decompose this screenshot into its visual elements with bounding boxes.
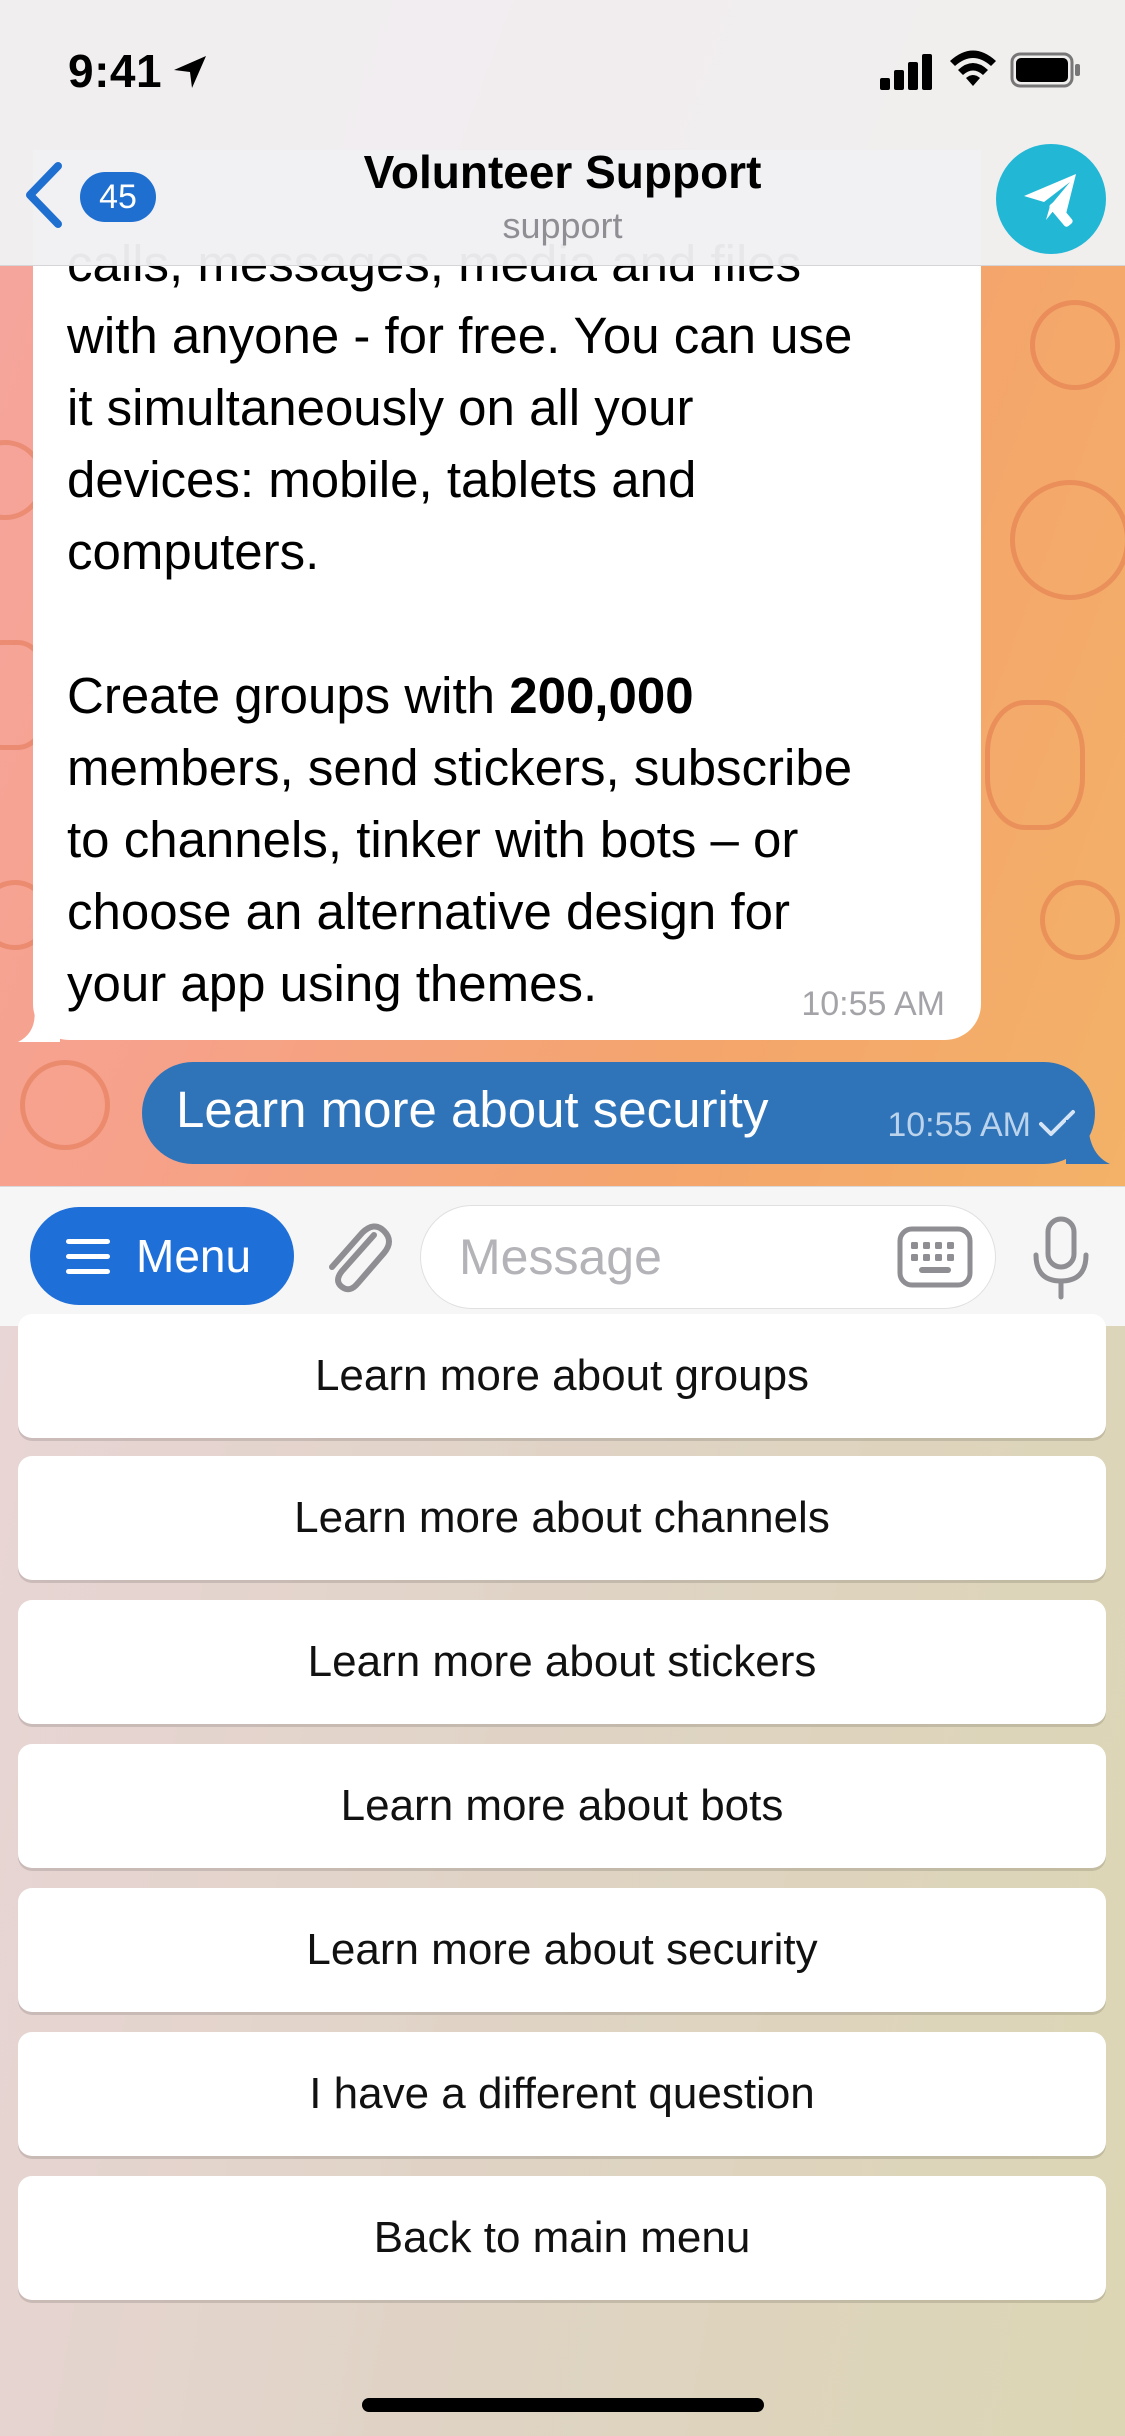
microphone-icon[interactable] <box>1030 1215 1092 1301</box>
input-bar: Menu <box>0 1186 1125 1327</box>
chat-subtitle: support <box>502 205 623 246</box>
status-time: 9:41 <box>68 45 163 97</box>
message-time: 10:55 AM <box>801 985 945 1023</box>
paper-plane-icon <box>1024 174 1076 227</box>
message-time: 10:55 AM <box>887 1106 1031 1144</box>
attachment-paperclip-icon[interactable] <box>320 1215 394 1299</box>
avatar[interactable] <box>996 144 1106 254</box>
cellular-signal-icon <box>880 54 932 90</box>
wallpaper-doodle <box>20 1060 110 1150</box>
keyboard-button-main-menu[interactable]: Back to main menu <box>18 2176 1106 2300</box>
keyboard-button-channels[interactable]: Learn more about channels <box>18 1456 1106 1580</box>
wallpaper-doodle <box>1010 480 1125 600</box>
bubble-tail <box>18 1006 60 1042</box>
incoming-message[interactable]: calls, messages, media and files with an… <box>33 150 981 1040</box>
keyboard-button-stickers[interactable]: Learn more about stickers <box>18 1600 1106 1724</box>
keyboard-button-different-question[interactable]: I have a different question <box>18 2032 1106 2156</box>
chat-title[interactable]: Volunteer Support <box>0 145 1125 199</box>
message-text: calls, messages, media and files with an… <box>67 235 853 1012</box>
location-arrow-icon <box>174 56 206 88</box>
keyboard-button-groups[interactable]: Learn more about groups <box>18 1314 1106 1438</box>
home-indicator[interactable] <box>362 2398 764 2412</box>
message-field[interactable] <box>420 1205 996 1309</box>
menu-label: Menu <box>136 1230 252 1282</box>
menu-button[interactable]: Menu <box>30 1207 294 1305</box>
chat-header: 9:41 45 Volunteer Support support <box>0 0 1125 266</box>
message-text: Learn more about security <box>176 1081 769 1138</box>
hamburger-icon <box>66 1239 110 1274</box>
wallpaper-doodle <box>1040 880 1120 960</box>
keyboard-button-bots[interactable]: Learn more about bots <box>18 1744 1106 1868</box>
wallpaper-doodle <box>985 700 1085 830</box>
wallpaper-doodle <box>1030 300 1120 390</box>
keyboard-icon[interactable] <box>897 1226 973 1288</box>
wifi-icon <box>950 50 996 86</box>
message-input[interactable] <box>457 1224 861 1290</box>
outgoing-message[interactable]: Learn more about security 10:55 AM <box>142 1062 1095 1164</box>
battery-icon <box>1010 52 1080 88</box>
bubble-tail <box>1066 1120 1110 1164</box>
keyboard-button-security[interactable]: Learn more about security <box>18 1888 1106 2012</box>
